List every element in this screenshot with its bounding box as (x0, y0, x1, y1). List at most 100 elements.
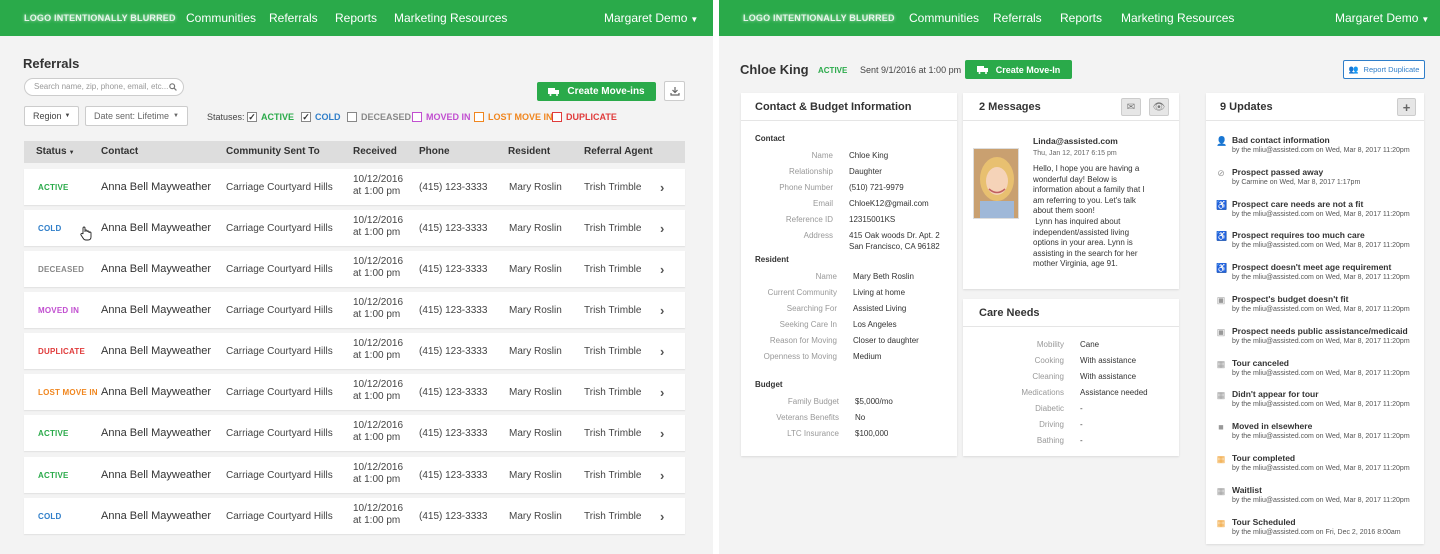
region-dropdown[interactable]: Region ▼ (24, 106, 80, 126)
checkbox-icon[interactable] (412, 112, 422, 122)
contact-name: Anna Bell Mayweather (101, 304, 212, 316)
view-messages-button[interactable]: 👁 (1149, 98, 1169, 116)
download-button[interactable] (664, 81, 685, 101)
received-time: at 1:00 pm (353, 391, 401, 402)
column-header-status[interactable]: Status ▼ (36, 146, 75, 157)
received-day: 10/12/2016 (353, 420, 404, 431)
field-label: LTC Insurance (787, 429, 839, 438)
report-duplicate-button[interactable]: 👥 Report Duplicate (1343, 60, 1425, 79)
table-row[interactable]: LOST MOVE IN Anna Bell Mayweather Carriage… (24, 374, 685, 410)
date-sent-dropdown[interactable]: Date sent: Lifetime ▼ (85, 106, 188, 126)
table-row[interactable]: MOVED IN Anna Bell Mayweather Carriage Cou… (24, 292, 685, 328)
update-title: Tour Scheduled (1232, 516, 1296, 527)
update-title: Bad contact information (1232, 135, 1330, 145)
nav-referrals[interactable]: Referrals (993, 11, 1042, 25)
resident-name: Mary Roslin (509, 222, 562, 234)
contact-name: Anna Bell Mayweather (101, 263, 212, 275)
field-value: (510) 721-9979 (849, 183, 904, 192)
calendar-icon: ▦ (1216, 454, 1226, 464)
nav-referrals[interactable]: Referrals (269, 11, 318, 25)
table-row[interactable]: COLD Anna Bell Mayweather Carriage Courtya… (24, 210, 685, 246)
chevron-right-icon[interactable]: › (660, 457, 664, 493)
field-label: Email (812, 199, 833, 208)
chevron-right-icon[interactable]: › (660, 251, 664, 287)
table-row[interactable]: DUPLICATE Anna Bell Mayweather Carriage Co… (24, 333, 685, 369)
user-menu[interactable]: Margaret Demo ▼ (1335, 11, 1429, 25)
table-row[interactable]: ACTIVE Anna Bell Mayweather Carriage Court… (24, 169, 685, 205)
referral-agent: Trish Trimble (584, 181, 642, 193)
field-label: Seeking Care In (779, 320, 837, 329)
chevron-right-icon[interactable]: › (660, 292, 664, 328)
status-filter-duplicate[interactable]: DUPLICATE (552, 112, 617, 122)
table-row[interactable]: DECEASED Anna Bell Mayweather Carriage Cou… (24, 251, 685, 287)
phone-number: (415) 123-3333 (419, 222, 488, 234)
status-filter-cold[interactable]: ✓ COLD (301, 112, 341, 122)
chevron-right-icon[interactable]: › (660, 374, 664, 410)
column-header-resident[interactable]: Resident (508, 146, 550, 157)
chevron-right-icon[interactable]: › (660, 210, 664, 246)
message-line: wonderful day! Below is (1033, 174, 1118, 184)
page-title: Referrals (23, 56, 80, 71)
checkbox-icon[interactable] (474, 112, 484, 122)
update-title: Moved in elsewhere (1232, 421, 1313, 432)
referral-name: Chloe King (740, 62, 809, 77)
create-move-ins-button[interactable]: Create Move-ins (537, 82, 656, 101)
nav-communities[interactable]: Communities (909, 11, 979, 25)
add-update-button[interactable]: + (1397, 98, 1416, 116)
sent-date: Sent 9/1/2016 at 1:00 pm (860, 65, 962, 75)
table-row[interactable]: ACTIVE Anna Bell Mayweather Carriage Court… (24, 457, 685, 493)
sort-caret-icon: ▼ (68, 150, 75, 156)
update-meta: by the mliu@assisted.com on Wed, Mar 8, … (1232, 465, 1410, 472)
checkbox-icon[interactable] (552, 112, 562, 122)
top-nav-bar: LOGO INTENTIONALLY BLURRED Communities R… (0, 0, 713, 36)
update-meta: by the mliu@assisted.com on Wed, Mar 8, … (1232, 242, 1410, 250)
chevron-right-icon[interactable]: › (660, 498, 664, 534)
referral-agent: Trish Trimble (584, 386, 642, 398)
chevron-right-icon[interactable]: › (660, 169, 664, 205)
status-filter-label: ACTIVE (261, 112, 295, 122)
checkbox-checked-icon[interactable]: ✓ (301, 112, 311, 122)
field-value: Cane (1080, 340, 1100, 349)
received-time: at 1:00 pm (353, 309, 401, 320)
compose-message-button[interactable]: ✉ (1121, 98, 1141, 116)
column-header-contact[interactable]: Contact (101, 146, 138, 157)
user-menu[interactable]: Margaret Demo ▼ (604, 11, 698, 25)
chevron-down-icon: ▼ (1421, 15, 1430, 24)
field-label: Cooking (1034, 356, 1064, 365)
wheelchair-icon: ♿ (1216, 263, 1228, 274)
field-label: Driving (1039, 420, 1064, 429)
update-meta: by the mliu@assisted.com on Wed, Mar 8, … (1232, 210, 1410, 218)
column-header-phone[interactable]: Phone (419, 146, 450, 157)
resident-name: Mary Roslin (509, 427, 562, 439)
checkbox-checked-icon[interactable]: ✓ (247, 112, 257, 122)
status-filter-lost-move-in[interactable]: LOST MOVE IN (474, 112, 553, 122)
column-header-community[interactable]: Community Sent To (226, 146, 320, 157)
eye-icon: 👁 (1152, 101, 1166, 113)
nav-reports[interactable]: Reports (335, 11, 377, 25)
field-label: Reason for Moving (769, 336, 837, 345)
nav-communities[interactable]: Communities (186, 11, 256, 25)
field-label: Searching For (786, 304, 837, 313)
logo[interactable]: LOGO INTENTIONALLY BLURRED (739, 12, 899, 24)
received-time: at 1:00 pm (353, 432, 401, 443)
chevron-right-icon[interactable]: › (660, 333, 664, 369)
status-filter-moved-in[interactable]: MOVED IN (412, 112, 471, 122)
chevron-right-icon[interactable]: › (660, 415, 664, 451)
received-date: 10/12/2016 at 1:00 pm (353, 292, 403, 328)
checkbox-icon[interactable] (347, 112, 357, 122)
nav-reports[interactable]: Reports (1060, 11, 1102, 25)
logo[interactable]: LOGO INTENTIONALLY BLURRED (20, 12, 180, 24)
status-filter-active[interactable]: ✓ ACTIVE (247, 112, 294, 122)
search-input[interactable]: Search name, zip, phone, email, etc... (24, 78, 184, 96)
nav-marketing-resources[interactable]: Marketing Resources (394, 11, 507, 25)
field-label: Address (803, 231, 833, 240)
table-row[interactable]: COLD Anna Bell Mayweather Carriage Courtya… (24, 498, 685, 534)
nav-marketing-resources[interactable]: Marketing Resources (1121, 11, 1234, 25)
column-header-referral-agent[interactable]: Referral Agent (584, 146, 653, 157)
table-row[interactable]: ACTIVE Anna Bell Mayweather Carriage Court… (24, 415, 685, 451)
messages-title: 2 Messages (963, 93, 1179, 121)
received-day: 10/12/2016 (353, 297, 404, 308)
column-header-received[interactable]: Received (353, 146, 397, 157)
status-filter-deceased[interactable]: DECEASED (347, 112, 411, 122)
create-move-in-button[interactable]: Create Move-In (965, 60, 1072, 79)
